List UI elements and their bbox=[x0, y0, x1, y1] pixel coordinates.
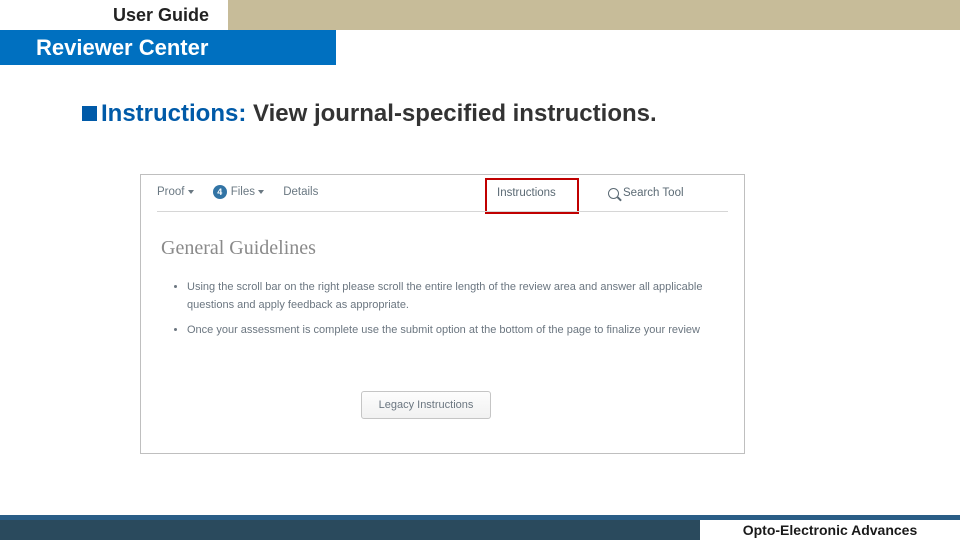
tab-divider bbox=[157, 211, 728, 212]
guidelines-heading: General Guidelines bbox=[161, 237, 316, 260]
search-icon bbox=[608, 188, 619, 199]
tab-search-tool[interactable]: Search Tool bbox=[608, 187, 684, 199]
tab-proof-label: Proof bbox=[157, 186, 185, 198]
top-bar-spacer bbox=[0, 0, 94, 30]
guidelines-list: Using the scroll bar on the right please… bbox=[171, 279, 714, 348]
slide-heading: Instructions: View journal-specified ins… bbox=[82, 100, 657, 128]
tab-details[interactable]: Details bbox=[283, 186, 318, 198]
list-item: Using the scroll bar on the right please… bbox=[187, 279, 714, 314]
footer-journal-name: Opto-Electronic Advances bbox=[700, 520, 960, 540]
chevron-down-icon bbox=[258, 190, 264, 194]
tab-proof[interactable]: Proof bbox=[157, 186, 194, 198]
tab-instructions[interactable]: Instructions bbox=[497, 187, 556, 199]
tab-details-label: Details bbox=[283, 186, 318, 198]
heading-label: Instructions: bbox=[101, 100, 246, 127]
list-item: Once your assessment is complete use the… bbox=[187, 322, 714, 340]
tab-files-label: Files bbox=[231, 186, 255, 198]
files-count-badge: 4 bbox=[213, 185, 227, 199]
tab-files[interactable]: 4 Files bbox=[213, 185, 264, 199]
chevron-down-icon bbox=[188, 190, 194, 194]
screenshot-panel: Proof 4 Files Details Instructions Searc… bbox=[140, 174, 745, 454]
page-title: User Guide bbox=[94, 0, 228, 30]
tab-search-label: Search Tool bbox=[623, 187, 684, 199]
heading-text: View journal-specified instructions. bbox=[246, 100, 656, 127]
bullet-square-icon bbox=[82, 106, 97, 121]
legacy-instructions-button[interactable]: Legacy Instructions bbox=[361, 391, 491, 419]
section-title: Reviewer Center bbox=[0, 30, 336, 65]
